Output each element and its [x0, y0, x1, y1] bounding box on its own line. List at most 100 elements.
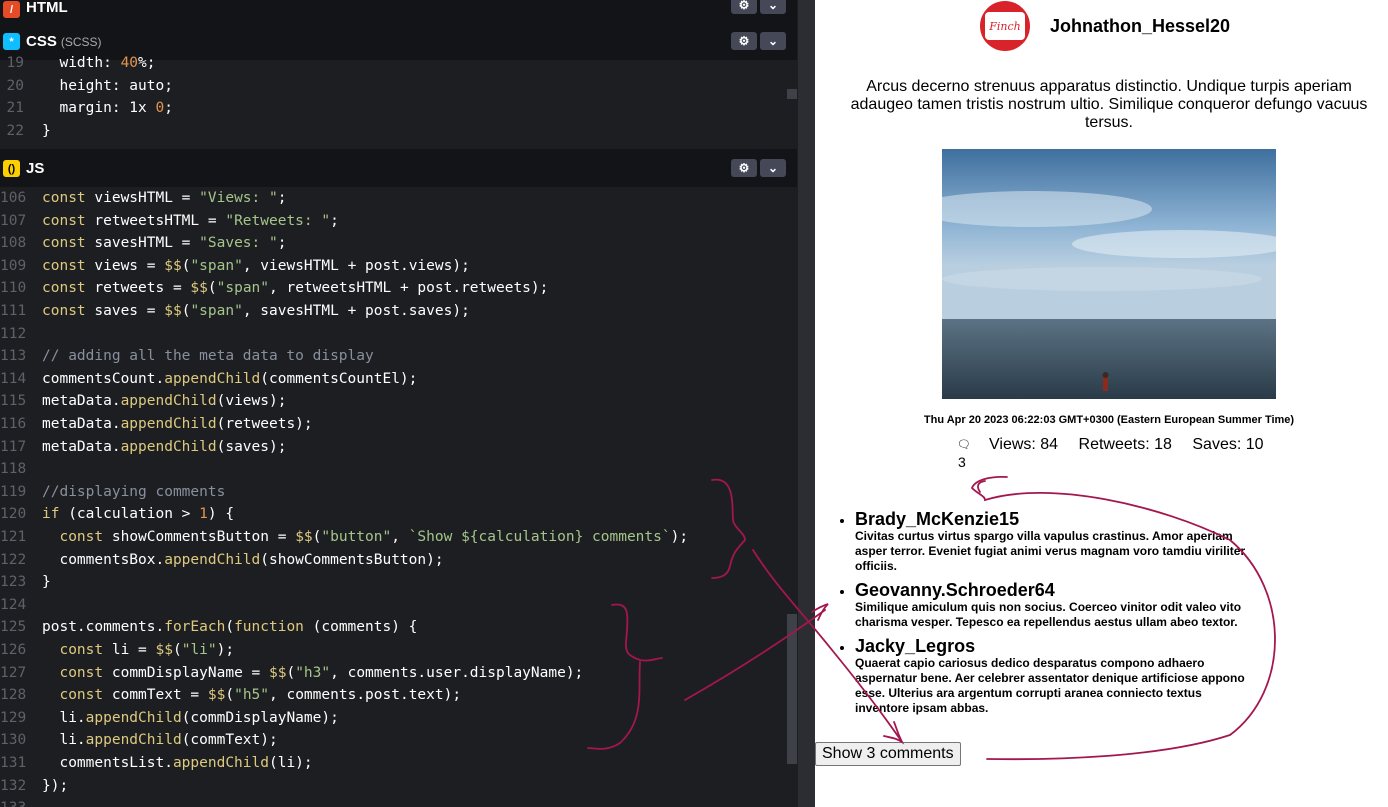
code-line[interactable]: 118 — [0, 458, 797, 481]
line-text: commentsList.appendChild(li); — [42, 755, 313, 771]
line-text: metaData.appendChild(views); — [42, 393, 287, 410]
code-line[interactable]: 133 — [0, 797, 797, 807]
pane-divider[interactable] — [798, 0, 815, 807]
line-text: if (calculation > 1) { — [42, 506, 235, 523]
code-line[interactable]: 129 li.appendChild(commDisplayName); — [0, 707, 797, 730]
gear-icon[interactable]: ⚙ — [731, 159, 757, 177]
js-panel-title: JS — [26, 160, 45, 177]
code-line[interactable]: 20 height: auto; — [0, 75, 797, 98]
code-line[interactable]: 115 metaData.appendChild(views); — [0, 390, 797, 413]
js-icon: () — [3, 160, 20, 177]
code-line[interactable]: 112 — [0, 323, 797, 346]
code-line[interactable]: 108 const savesHTML = "Saves: "; — [0, 232, 797, 255]
line-number: 128 — [0, 687, 27, 704]
chevron-down-icon[interactable]: ⌄ — [760, 32, 786, 50]
html-panel-title: HTML — [26, 0, 68, 16]
code-line[interactable]: 116 metaData.appendChild(retweets); — [0, 413, 797, 436]
code-line[interactable]: 124 — [0, 594, 797, 617]
line-number: 132 — [0, 777, 27, 794]
code-line[interactable]: 131 commentsList.appendChild(li); — [0, 752, 797, 775]
line-text: commentsCount.appendChild(commentsCountE… — [42, 370, 418, 387]
list-item: Jacky_LegrosQuaerat capio cariosus dedic… — [855, 636, 1255, 716]
code-line[interactable]: 21 margin: 1x 0; — [0, 97, 797, 120]
code-line[interactable]: 114 commentsCount.appendChild(commentsCou… — [0, 368, 797, 391]
comment-text: Similique amiculum quis non socius. Coer… — [855, 600, 1242, 629]
line-number: 131 — [0, 755, 27, 771]
line-number: 121 — [0, 529, 27, 545]
line-number: 118 — [0, 461, 27, 478]
gear-icon[interactable]: ⚙ — [731, 0, 757, 14]
post-text: Arcus decerno strenuus apparatus distinc… — [850, 78, 1368, 131]
line-number: 109 — [0, 257, 27, 274]
line-number: 19 — [6, 55, 24, 71]
line-number: 124 — [0, 596, 27, 613]
line-number: 122 — [0, 551, 27, 568]
css-panel-subtitle: (SCSS) — [60, 35, 102, 49]
code-line[interactable]: 125 post.comments.forEach(function (comme… — [0, 616, 797, 639]
css-panel-title: CSS — [26, 33, 57, 50]
code-line[interactable]: 130 li.appendChild(commText); — [0, 729, 797, 752]
line-text: //displaying comments — [42, 483, 226, 500]
comment-author: Geovanny.Schroeder64 — [855, 580, 1055, 600]
js-scrollbar[interactable] — [787, 614, 797, 764]
line-number: 111 — [0, 303, 27, 319]
line-number: 114 — [0, 370, 27, 387]
comment-text: Quaerat capio cariosus dedico desparatus… — [855, 656, 1245, 715]
code-line[interactable]: 121 const showCommentsButton = $$("butto… — [0, 526, 797, 549]
code-line[interactable]: 122 commentsBox.appendChild(showComments… — [0, 549, 797, 572]
chevron-down-icon[interactable]: ⌄ — [760, 159, 786, 177]
js-code-area[interactable]: 106 const viewsHTML = "Views: "; 107 const … — [0, 187, 797, 807]
code-line[interactable]: 132}); — [0, 775, 797, 798]
post-date: Thu Apr 20 2023 06:22:03 GMT+0300 (Easte… — [923, 414, 1295, 426]
chevron-down-icon[interactable]: ⌄ — [760, 0, 786, 14]
code-line[interactable]: 107 const retweetsHTML = "Retweets: "; — [0, 210, 797, 233]
line-text: } — [42, 574, 51, 591]
code-line[interactable]: 117 metaData.appendChild(saves); — [0, 436, 797, 459]
post-username: Johnathon_Hessel20 — [1050, 16, 1231, 36]
line-text: const commDisplayName = $$("h3", comment… — [59, 664, 584, 681]
line-number: 110 — [0, 280, 27, 297]
code-line[interactable]: 111 const saves = $$("span", savesHTML + … — [0, 300, 797, 323]
line-number: 117 — [0, 438, 27, 455]
code-line[interactable]: 120 if (calculation > 1) { — [0, 503, 797, 526]
css-icon: * — [3, 33, 20, 50]
code-line[interactable]: 126 const li = $$("li"); — [0, 639, 797, 662]
code-line[interactable]: 123} — [0, 571, 797, 594]
line-number: 22 — [6, 122, 24, 139]
line-text: const showCommentsButton = $$("button", … — [59, 529, 689, 545]
saves-count: Saves: 10 — [1192, 436, 1264, 453]
line-text: width: 40%; — [42, 55, 156, 71]
line-text: li.appendChild(commText); — [42, 732, 278, 749]
code-editor: / HTML ⚙ ⌄ * CSS (SCSS) ⚙ ⌄ 19 width: 40%… — [0, 0, 815, 807]
retweets-count: Retweets: 18 — [1078, 436, 1172, 453]
code-line[interactable]: 127 const commDisplayName = $$("h3", com… — [0, 662, 797, 685]
code-line[interactable]: 109 const views = $$("span", viewsHTML + … — [0, 255, 797, 278]
line-number: 123 — [0, 574, 27, 591]
html-panel-header[interactable]: / HTML ⚙ ⌄ — [0, 0, 797, 22]
css-code-area[interactable]: 19 width: 40%; 20 height: auto; 21 margin:… — [0, 52, 797, 148]
line-number: 120 — [0, 506, 27, 523]
code-line[interactable]: 128 const commText = $$("h5", comments.p… — [0, 684, 797, 707]
line-text: post.comments.forEach(function (comments… — [42, 619, 418, 636]
line-number: 20 — [6, 77, 24, 94]
comment-author: Brady_McKenzie15 — [855, 509, 1020, 529]
comments-list: Brady_McKenzie15Civitas curtus virtus sp… — [855, 509, 1255, 722]
views-count: Views: 84 — [989, 436, 1059, 453]
line-text: li.appendChild(commDisplayName); — [42, 709, 339, 726]
line-text: }); — [42, 777, 69, 794]
code-line[interactable]: 106 const viewsHTML = "Views: "; — [0, 187, 797, 210]
code-line[interactable]: 22} — [0, 120, 797, 143]
show-comments-button[interactable]: Show 3 comments — [815, 742, 961, 766]
js-panel-header[interactable]: () JS ⚙ ⌄ — [0, 149, 797, 187]
code-line[interactable]: 19 width: 40%; — [0, 52, 797, 75]
code-line[interactable]: 119 //displaying comments — [0, 481, 797, 504]
gear-icon[interactable]: ⚙ — [731, 32, 757, 50]
line-text: metaData.appendChild(saves); — [42, 438, 287, 455]
code-line[interactable]: 113 // adding all the meta data to displa… — [0, 345, 797, 368]
css-scrollbar[interactable] — [787, 89, 797, 99]
code-line[interactable]: 110 const retweets = $$("span", retweetsH… — [0, 277, 797, 300]
line-number: 129 — [0, 709, 27, 726]
comment-text: Civitas curtus virtus spargo villa vapul… — [855, 529, 1246, 573]
line-number: 119 — [0, 483, 27, 500]
line-text: const retweetsHTML = "Retweets: "; — [42, 212, 339, 229]
